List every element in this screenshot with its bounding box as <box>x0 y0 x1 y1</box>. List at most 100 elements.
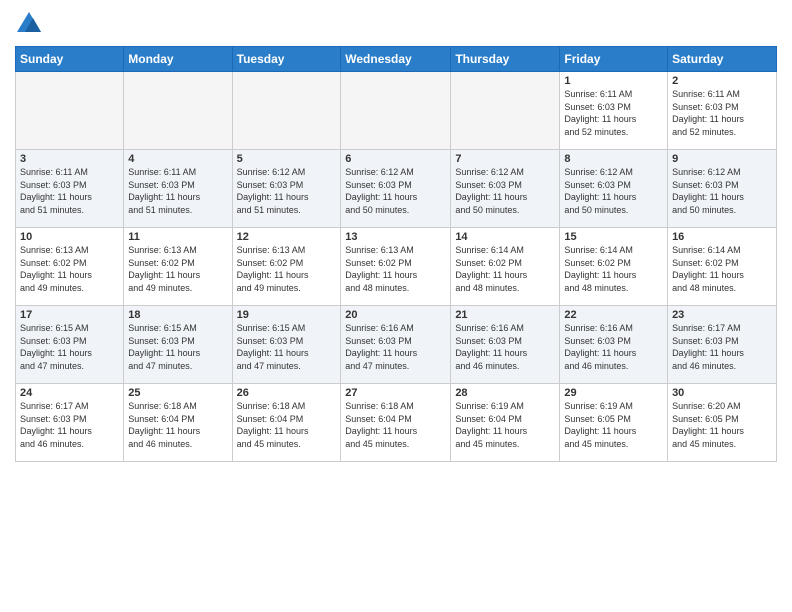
calendar-cell <box>124 72 232 150</box>
day-info: Sunrise: 6:15 AM Sunset: 6:03 PM Dayligh… <box>128 322 227 372</box>
weekday-header-thursday: Thursday <box>451 47 560 72</box>
day-number: 7 <box>455 153 555 165</box>
day-number: 23 <box>672 309 772 321</box>
calendar-cell: 6Sunrise: 6:12 AM Sunset: 6:03 PM Daylig… <box>341 150 451 228</box>
page: SundayMondayTuesdayWednesdayThursdayFrid… <box>0 0 792 472</box>
calendar-cell <box>16 72 124 150</box>
calendar-cell: 14Sunrise: 6:14 AM Sunset: 6:02 PM Dayli… <box>451 228 560 306</box>
day-info: Sunrise: 6:20 AM Sunset: 6:05 PM Dayligh… <box>672 400 772 450</box>
day-info: Sunrise: 6:14 AM Sunset: 6:02 PM Dayligh… <box>564 244 663 294</box>
day-number: 21 <box>455 309 555 321</box>
calendar-cell: 8Sunrise: 6:12 AM Sunset: 6:03 PM Daylig… <box>560 150 668 228</box>
day-info: Sunrise: 6:11 AM Sunset: 6:03 PM Dayligh… <box>672 88 772 138</box>
day-info: Sunrise: 6:12 AM Sunset: 6:03 PM Dayligh… <box>672 166 772 216</box>
day-number: 10 <box>20 231 119 243</box>
header <box>15 10 777 38</box>
calendar-cell: 3Sunrise: 6:11 AM Sunset: 6:03 PM Daylig… <box>16 150 124 228</box>
calendar-cell: 16Sunrise: 6:14 AM Sunset: 6:02 PM Dayli… <box>668 228 777 306</box>
day-info: Sunrise: 6:19 AM Sunset: 6:05 PM Dayligh… <box>564 400 663 450</box>
day-number: 6 <box>345 153 446 165</box>
week-row-4: 17Sunrise: 6:15 AM Sunset: 6:03 PM Dayli… <box>16 306 777 384</box>
calendar-cell: 21Sunrise: 6:16 AM Sunset: 6:03 PM Dayli… <box>451 306 560 384</box>
day-info: Sunrise: 6:11 AM Sunset: 6:03 PM Dayligh… <box>20 166 119 216</box>
week-row-3: 10 Sunrise: 6:13 AM Sunset: 6:02 PM Dayli… <box>16 228 777 306</box>
day-info: Sunrise: 6:16 AM Sunset: 6:03 PM Dayligh… <box>455 322 555 372</box>
weekday-header-tuesday: Tuesday <box>232 47 341 72</box>
day-number: 20 <box>345 309 446 321</box>
day-info: Sunrise: 6:13 AM Sunset: 6:02 PM Dayligh… <box>128 244 227 294</box>
day-number: 11 <box>128 231 227 243</box>
day-number: 24 <box>20 387 119 399</box>
day-number: 19 <box>237 309 337 321</box>
day-number: 16 <box>672 231 772 243</box>
calendar-cell: 24Sunrise: 6:17 AM Sunset: 6:03 PM Dayli… <box>16 384 124 462</box>
day-number: 4 <box>128 153 227 165</box>
calendar-cell: 17Sunrise: 6:15 AM Sunset: 6:03 PM Dayli… <box>16 306 124 384</box>
calendar-cell: 12Sunrise: 6:13 AM Sunset: 6:02 PM Dayli… <box>232 228 341 306</box>
calendar-cell: 25Sunrise: 6:18 AM Sunset: 6:04 PM Dayli… <box>124 384 232 462</box>
calendar-cell: 7Sunrise: 6:12 AM Sunset: 6:03 PM Daylig… <box>451 150 560 228</box>
week-row-2: 3Sunrise: 6:11 AM Sunset: 6:03 PM Daylig… <box>16 150 777 228</box>
day-info: Sunrise: 6:13 AM Sunset: 6:02 PM Dayligh… <box>345 244 446 294</box>
day-info: Sunrise: 6:12 AM Sunset: 6:03 PM Dayligh… <box>345 166 446 216</box>
calendar-cell: 23Sunrise: 6:17 AM Sunset: 6:03 PM Dayli… <box>668 306 777 384</box>
day-info: Sunrise: 6:16 AM Sunset: 6:03 PM Dayligh… <box>345 322 446 372</box>
calendar-cell <box>232 72 341 150</box>
day-info: Sunrise: 6:18 AM Sunset: 6:04 PM Dayligh… <box>345 400 446 450</box>
day-number: 5 <box>237 153 337 165</box>
day-info: Sunrise: 6:12 AM Sunset: 6:03 PM Dayligh… <box>237 166 337 216</box>
day-number: 30 <box>672 387 772 399</box>
day-info: Sunrise: 6:13 AM Sunset: 6:02 PM Dayligh… <box>237 244 337 294</box>
day-number: 28 <box>455 387 555 399</box>
day-number: 1 <box>564 75 663 87</box>
day-number: 29 <box>564 387 663 399</box>
day-number: 22 <box>564 309 663 321</box>
day-info: Sunrise: 6:14 AM Sunset: 6:02 PM Dayligh… <box>672 244 772 294</box>
calendar-cell: 1Sunrise: 6:11 AM Sunset: 6:03 PM Daylig… <box>560 72 668 150</box>
calendar: SundayMondayTuesdayWednesdayThursdayFrid… <box>15 46 777 462</box>
day-info: Sunrise: 6:12 AM Sunset: 6:03 PM Dayligh… <box>455 166 555 216</box>
logo-icon <box>15 10 43 38</box>
day-info: Sunrise: 6:14 AM Sunset: 6:02 PM Dayligh… <box>455 244 555 294</box>
day-info: Sunrise: 6:19 AM Sunset: 6:04 PM Dayligh… <box>455 400 555 450</box>
day-number: 25 <box>128 387 227 399</box>
day-number: 14 <box>455 231 555 243</box>
calendar-cell: 2Sunrise: 6:11 AM Sunset: 6:03 PM Daylig… <box>668 72 777 150</box>
day-info: Sunrise: 6:17 AM Sunset: 6:03 PM Dayligh… <box>672 322 772 372</box>
calendar-cell: 26Sunrise: 6:18 AM Sunset: 6:04 PM Dayli… <box>232 384 341 462</box>
day-number: 18 <box>128 309 227 321</box>
weekday-header-saturday: Saturday <box>668 47 777 72</box>
calendar-cell: 20Sunrise: 6:16 AM Sunset: 6:03 PM Dayli… <box>341 306 451 384</box>
day-info: Sunrise: 6:15 AM Sunset: 6:03 PM Dayligh… <box>20 322 119 372</box>
calendar-cell: 18Sunrise: 6:15 AM Sunset: 6:03 PM Dayli… <box>124 306 232 384</box>
day-number: 12 <box>237 231 337 243</box>
calendar-cell: 15Sunrise: 6:14 AM Sunset: 6:02 PM Dayli… <box>560 228 668 306</box>
weekday-header-monday: Monday <box>124 47 232 72</box>
weekday-header-friday: Friday <box>560 47 668 72</box>
day-info: Sunrise: 6:15 AM Sunset: 6:03 PM Dayligh… <box>237 322 337 372</box>
day-number: 27 <box>345 387 446 399</box>
day-number: 15 <box>564 231 663 243</box>
calendar-cell: 19Sunrise: 6:15 AM Sunset: 6:03 PM Dayli… <box>232 306 341 384</box>
day-number: 2 <box>672 75 772 87</box>
day-number: 9 <box>672 153 772 165</box>
calendar-cell: 5Sunrise: 6:12 AM Sunset: 6:03 PM Daylig… <box>232 150 341 228</box>
calendar-cell: 11Sunrise: 6:13 AM Sunset: 6:02 PM Dayli… <box>124 228 232 306</box>
day-number: 3 <box>20 153 119 165</box>
week-row-5: 24Sunrise: 6:17 AM Sunset: 6:03 PM Dayli… <box>16 384 777 462</box>
logo <box>15 10 47 38</box>
calendar-cell: 30Sunrise: 6:20 AM Sunset: 6:05 PM Dayli… <box>668 384 777 462</box>
day-info: Sunrise: 6:18 AM Sunset: 6:04 PM Dayligh… <box>128 400 227 450</box>
calendar-cell <box>451 72 560 150</box>
calendar-cell: 13Sunrise: 6:13 AM Sunset: 6:02 PM Dayli… <box>341 228 451 306</box>
calendar-cell: 9Sunrise: 6:12 AM Sunset: 6:03 PM Daylig… <box>668 150 777 228</box>
calendar-cell: 29Sunrise: 6:19 AM Sunset: 6:05 PM Dayli… <box>560 384 668 462</box>
day-info: Sunrise: 6:16 AM Sunset: 6:03 PM Dayligh… <box>564 322 663 372</box>
day-number: 17 <box>20 309 119 321</box>
calendar-cell: 10Sunrise: 6:13 AM Sunset: 6:02 PM Dayli… <box>16 228 124 306</box>
calendar-cell: 4Sunrise: 6:11 AM Sunset: 6:03 PM Daylig… <box>124 150 232 228</box>
day-info: Sunrise: 6:11 AM Sunset: 6:03 PM Dayligh… <box>564 88 663 138</box>
calendar-cell: 22Sunrise: 6:16 AM Sunset: 6:03 PM Dayli… <box>560 306 668 384</box>
weekday-header-sunday: Sunday <box>16 47 124 72</box>
day-number: 8 <box>564 153 663 165</box>
